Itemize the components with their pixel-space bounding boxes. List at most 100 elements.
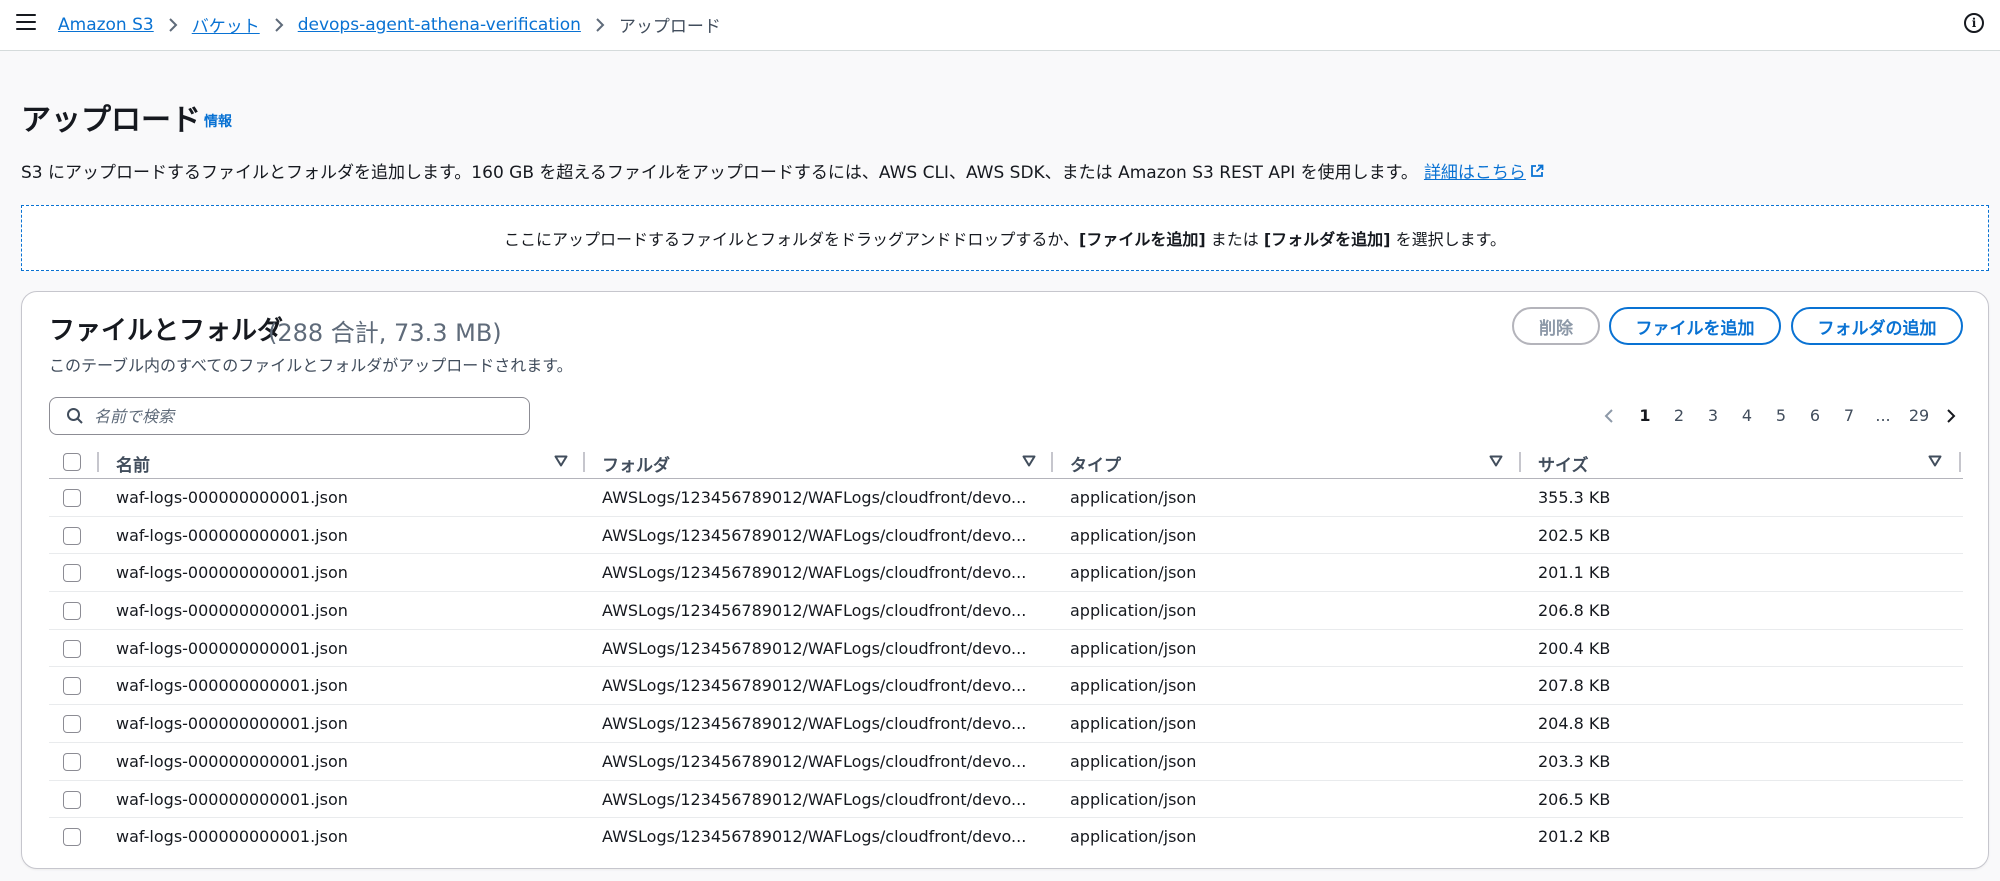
page-6[interactable]: 6 [1804,402,1826,430]
delete-button[interactable]: 削除 [1512,307,1600,345]
cell-folder: AWSLogs/123456789012/WAFLogs/cloudfront/… [602,525,1027,545]
page-3[interactable]: 3 [1702,402,1724,430]
cell-name: waf-logs-000000000001.json [116,525,348,545]
column-header-name[interactable]: 名前 [116,451,150,476]
menu-icon[interactable] [16,14,36,30]
cell-name: waf-logs-000000000001.json [116,563,348,583]
files-folders-panel: ファイルとフォルダ (288 合計, 73.3 MB) このテーブル内のすべての… [21,291,1989,869]
table-row[interactable]: waf-logs-000000000001.json AWSLogs/123456… [49,743,1963,781]
row-checkbox[interactable] [63,715,81,734]
breadcrumb-buckets[interactable]: バケット [192,12,260,37]
cell-size: 206.5 KB [1538,789,1611,809]
row-checkbox[interactable] [63,602,81,621]
table-row[interactable]: waf-logs-000000000001.json AWSLogs/123456… [49,818,1963,856]
table-row[interactable]: waf-logs-000000000001.json AWSLogs/123456… [49,479,1963,517]
cell-size: 355.3 KB [1538,488,1611,507]
page-4[interactable]: 4 [1736,402,1758,430]
column-header-type[interactable]: タイプ [1052,451,1121,476]
cell-type: application/json [1070,714,1197,734]
table-header: 名前 フォルダ タイプ サイズ [49,445,1963,479]
table-row[interactable]: waf-logs-000000000001.json AWSLogs/123456… [49,705,1963,743]
cell-name: waf-logs-000000000001.json [116,789,348,809]
table-row[interactable]: waf-logs-000000000001.json AWSLogs/123456… [49,781,1963,819]
dropzone-add-folder: [フォルダを追加] [1263,230,1391,249]
cell-size: 206.8 KB [1538,601,1611,621]
cell-name: waf-logs-000000000001.json [116,488,348,507]
cell-folder: AWSLogs/123456789012/WAFLogs/cloudfront/… [602,676,1027,696]
column-header-size[interactable]: サイズ [1520,451,1589,476]
pagination: 1 2 3 4 5 6 7 ... 29 [1599,402,1969,430]
row-checkbox[interactable] [63,677,81,696]
table-row[interactable]: waf-logs-000000000001.json AWSLogs/123456… [49,554,1963,593]
row-checkbox[interactable] [63,489,81,507]
cell-size: 203.3 KB [1538,751,1611,771]
dropzone-prefix: ここにアップロードするファイルとフォルダをドラッグアンドドロップするか、 [503,230,1080,249]
sort-down-icon[interactable] [554,455,568,467]
cell-type: application/json [1070,789,1197,809]
chevron-right-icon [169,17,178,32]
table-row[interactable]: waf-logs-000000000001.json AWSLogs/123456… [49,630,1963,668]
cell-size: 207.8 KB [1538,676,1611,696]
chevron-left-icon[interactable] [1601,408,1617,424]
page-7[interactable]: 7 [1838,402,1860,430]
page-5[interactable]: 5 [1770,402,1792,430]
cell-type: application/json [1070,638,1197,658]
panel-count: (288 合計, 73.3 MB) [268,319,502,347]
cell-folder: AWSLogs/123456789012/WAFLogs/cloudfront/… [602,714,1027,734]
add-files-button[interactable]: ファイルを追加 [1609,307,1781,345]
cell-type: application/json [1070,827,1197,847]
cell-size: 204.8 KB [1538,714,1611,734]
dropzone-middle: または [1205,230,1264,249]
panel-title: ファイルとフォルダ [49,316,284,346]
table-row[interactable]: waf-logs-000000000001.json AWSLogs/123456… [49,667,1963,706]
page-1[interactable]: 1 [1634,402,1656,430]
panel-description: このテーブル内のすべてのファイルとフォルダがアップロードされます。 [49,356,573,375]
select-all-checkbox[interactable] [63,453,81,471]
breadcrumb-bucket-name[interactable]: devops-agent-athena-verification [298,15,581,35]
cell-size: 201.1 KB [1538,563,1611,583]
table-row[interactable]: waf-logs-000000000001.json AWSLogs/123456… [49,517,1963,555]
cell-type: application/json [1070,563,1197,583]
breadcrumb-current: アップロード [618,17,721,37]
row-checkbox[interactable] [63,526,81,545]
row-checkbox[interactable] [63,564,81,583]
table-row[interactable]: waf-logs-000000000001.json AWSLogs/123456… [49,592,1963,630]
page-29[interactable]: 29 [1904,402,1934,430]
sort-down-icon[interactable] [1489,455,1503,467]
add-folder-button[interactable]: フォルダの追加 [1791,307,1963,345]
chevron-right-icon [275,17,284,32]
chevron-right-icon[interactable] [1943,408,1959,424]
drop-zone[interactable]: ここにアップロードするファイルとフォルダをドラッグアンドドロップするか、 [ファ… [21,205,1989,271]
search-icon [67,408,83,424]
row-checkbox[interactable] [63,828,81,847]
learn-more-link[interactable]: 詳細はこちら [1424,158,1526,183]
search-input[interactable] [94,406,514,426]
breadcrumb-amazon-s3[interactable]: Amazon S3 [58,15,154,35]
row-checkbox[interactable] [63,752,81,771]
page-ellipsis: ... [1875,406,1891,425]
sort-down-icon[interactable] [1022,455,1036,467]
chevron-right-icon [596,17,605,32]
page-2[interactable]: 2 [1668,402,1690,430]
row-checkbox[interactable] [63,639,81,658]
cell-name: waf-logs-000000000001.json [116,714,348,734]
cell-folder: AWSLogs/123456789012/WAFLogs/cloudfront/… [602,488,1027,507]
info-icon[interactable]: i [1964,13,1984,33]
cell-name: waf-logs-000000000001.json [116,601,348,621]
description-text: S3 にアップロードするファイルとフォルダを追加します。160 GB を超えるフ… [21,163,1418,183]
column-header-folder-label: フォルダ [602,456,670,476]
info-link[interactable]: 情報 [204,111,232,131]
column-divider [1959,452,1961,472]
cell-size: 200.4 KB [1538,638,1611,658]
cell-folder: AWSLogs/123456789012/WAFLogs/cloudfront/… [602,638,1027,658]
column-header-folder[interactable]: フォルダ [584,451,670,476]
column-divider [97,452,99,472]
cell-type: application/json [1070,488,1197,507]
row-checkbox[interactable] [63,790,81,809]
breadcrumb: Amazon S3 バケット devops-agent-athena-verif… [58,12,721,38]
page-title: アップロード [21,103,201,138]
sort-down-icon[interactable] [1928,455,1942,467]
external-link-icon[interactable] [1530,164,1544,178]
column-header-type-label: タイプ [1070,456,1121,476]
cell-size: 202.5 KB [1538,525,1611,545]
